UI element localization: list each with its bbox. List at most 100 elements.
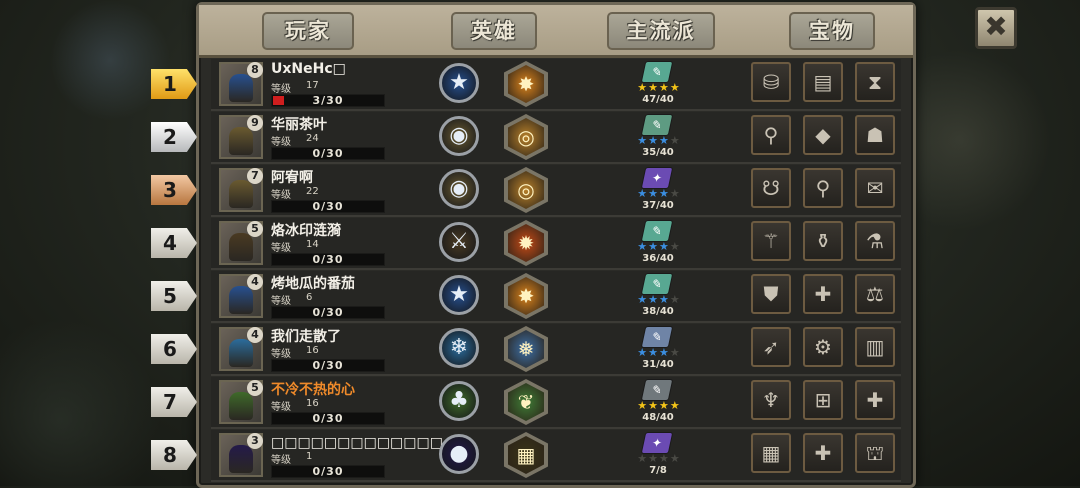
leaderboard-panel: 玩家 英雄 主流派 宝物 1 8 UxNeHc□ 等级 17 3/30 ★ ✸ ✎ ★★★★ 47/… [151,2,916,488]
avatar-level-badge: 5 [247,380,263,396]
scroll-icon[interactable]: ✉ [855,168,895,208]
medkit-icon[interactable]: ✚ [855,380,895,420]
star-rating: ★★★★ [631,240,687,253]
avatar[interactable]: 3 [219,433,263,477]
hero-badge[interactable]: ✸ [504,273,548,319]
witch-hat-icon[interactable]: ⛁ [751,62,791,102]
avatar[interactable]: 4 [219,327,263,371]
tab-hero[interactable]: 英雄 [451,12,537,50]
star-icon[interactable]: ★ [439,275,479,315]
hero-badge[interactable]: ✸ [504,61,548,107]
coin-icon[interactable]: ◉ [439,116,479,156]
star-icon: ★ [648,187,659,200]
avatar[interactable]: 4 [219,274,263,318]
hero-portrait-icon [229,233,253,261]
nature-icon[interactable]: ♣ [439,381,479,421]
player-row[interactable]: 6 4 我们走散了 等级 16 0/30 ❄ ❅ ✎ ★★★★ 31/40 ➶ ⚙ ▥ [151,324,901,376]
flask-icon[interactable]: ⚗ [855,221,895,261]
player-row[interactable]: 3 7 阿宥啊 等级 22 0/30 ◉ ◎ ✦ ★★★★ 37/40 ☋ ⚲ ✉ [151,165,901,217]
skill-book-icon[interactable]: ✎ [640,379,674,401]
hero-badge[interactable]: ▦ [504,432,548,478]
avatar[interactable]: 9 [219,115,263,159]
scales-icon[interactable]: ⚖ [855,274,895,314]
star-rating: ★★★★ [631,399,687,412]
player-row[interactable]: 5 4 烤地瓜的番茄 等级 6 0/30 ★ ✸ ✎ ★★★★ 38/40 ⛊ ✚ ⚖ [151,271,901,323]
player-row[interactable]: 7 5 不冷不热的心 等级 16 0/30 ♣ ❦ ✎ ★★★★ 48/40 ♆ ⊞ ✚ [151,377,901,429]
tab-main-faction[interactable]: 主流派 [607,12,715,50]
skill-book-icon[interactable]: ✎ [640,273,674,295]
tab-bar: 玩家 英雄 主流派 宝物 [199,5,913,58]
hero-badge[interactable]: ✹ [504,220,548,266]
dark-helmet-icon[interactable]: ☗ [855,115,895,155]
frost-icon[interactable]: ❄ [439,328,479,368]
gift-box-icon[interactable]: ⊞ [803,380,843,420]
exp-progress-bar: 0/30 [271,306,385,319]
level-value: 6 [306,292,313,303]
red-beast-icon[interactable]: ☋ [751,168,791,208]
exp-progress-bar: 0/30 [271,465,385,478]
star-rating: ★★★★ [631,346,687,359]
player-row[interactable]: 4 5 烙冰印涟漪 等级 14 0/30 ⚔ ✹ ✎ ★★★★ 36/40 ⚚ ⚱ ⚗ [151,218,901,270]
hero-badge[interactable]: ❅ [504,326,548,372]
star-icon: ★ [659,452,670,465]
dark-orb-icon[interactable]: ● [439,434,479,474]
coin-icon[interactable]: ◉ [439,169,479,209]
goblet-icon[interactable]: ♆ [751,380,791,420]
skill-book-icon[interactable]: ✎ [640,326,674,348]
exp-progress-text: 0/30 [312,359,344,372]
skill-book-icon[interactable]: ✎ [640,220,674,242]
spear-icon[interactable]: ➶ [751,327,791,367]
skill-book-icon[interactable]: ✦ [640,432,674,454]
avatar-level-badge: 3 [247,433,263,449]
medkit-icon[interactable]: ✚ [803,433,843,473]
star-icon: ★ [659,134,670,147]
avatar[interactable]: 5 [219,380,263,424]
star-icon: ★ [637,134,649,147]
exp-progress-text: 0/30 [312,306,344,319]
avatar[interactable]: 8 [219,62,263,106]
exp-progress-bar: 0/30 [271,359,385,372]
level-value: 17 [306,80,319,91]
avatar[interactable]: 5 [219,221,263,265]
potion-icon[interactable]: ⚱ [803,221,843,261]
star-icon: ★ [637,452,649,465]
medkit-icon[interactable]: ✚ [803,274,843,314]
tab-player[interactable]: 玩家 [262,12,354,50]
player-row[interactable]: 8 3 □□□□□□□□□□□□□、 等级 1 0/30 ● ▦ ✦ ★★★★ 7/8 ▦ ✚ ⛫ [151,430,901,482]
armor-icon[interactable]: ⛊ [751,274,791,314]
star-icon[interactable]: ★ [439,63,479,103]
spellbook-icon[interactable]: ▥ [855,327,895,367]
gear-icon[interactable]: ⚙ [803,327,843,367]
player-row[interactable]: 2 9 华丽茶叶 等级 24 0/30 ◉ ◎ ✎ ★★★★ 35/40 ⚲ ◆ ☗ [151,112,901,164]
star-icon: ★ [659,293,670,306]
star-rating: ★★★★ [631,293,687,306]
tome-icon[interactable]: ▦ [751,433,791,473]
skill-book-icon[interactable]: ✦ [640,167,674,189]
star-icon: ★ [648,452,659,465]
star-icon: ★ [659,399,670,412]
crystal-icon[interactable]: ◆ [803,115,843,155]
telescope-icon[interactable]: ⚲ [803,168,843,208]
player-row[interactable]: 1 8 UxNeHc□ 等级 17 3/30 ★ ✸ ✎ ★★★★ 47/40 ⛁ ▤ ⧗ [151,59,901,111]
hero-badge[interactable]: ◎ [504,167,548,213]
card-icon[interactable]: ▤ [803,62,843,102]
ice-shard-icon: ❅ [508,330,544,368]
crossed-blades-icon[interactable]: ⚔ [439,222,479,262]
level-value: 24 [306,133,319,144]
close-button[interactable]: ✖ [975,7,1017,49]
telescope-icon[interactable]: ⚲ [751,115,791,155]
cannon-icon[interactable]: ⛫ [855,433,895,473]
broom-icon[interactable]: ⚚ [751,221,791,261]
star-icon: ★ [659,81,670,94]
skill-book-icon[interactable]: ✎ [640,114,674,136]
exp-progress-bar: 3/30 [271,94,385,107]
hourglass-icon[interactable]: ⧗ [855,62,895,102]
skill-book-icon[interactable]: ✎ [640,61,674,83]
hero-badge[interactable]: ◎ [504,114,548,160]
avatar-level-badge: 5 [247,221,263,237]
avatar[interactable]: 7 [219,168,263,212]
tab-treasure[interactable]: 宝物 [789,12,875,50]
star-rating: ★★★★ [631,452,687,465]
star-icon: ★ [669,134,681,147]
hero-badge[interactable]: ❦ [504,379,548,425]
